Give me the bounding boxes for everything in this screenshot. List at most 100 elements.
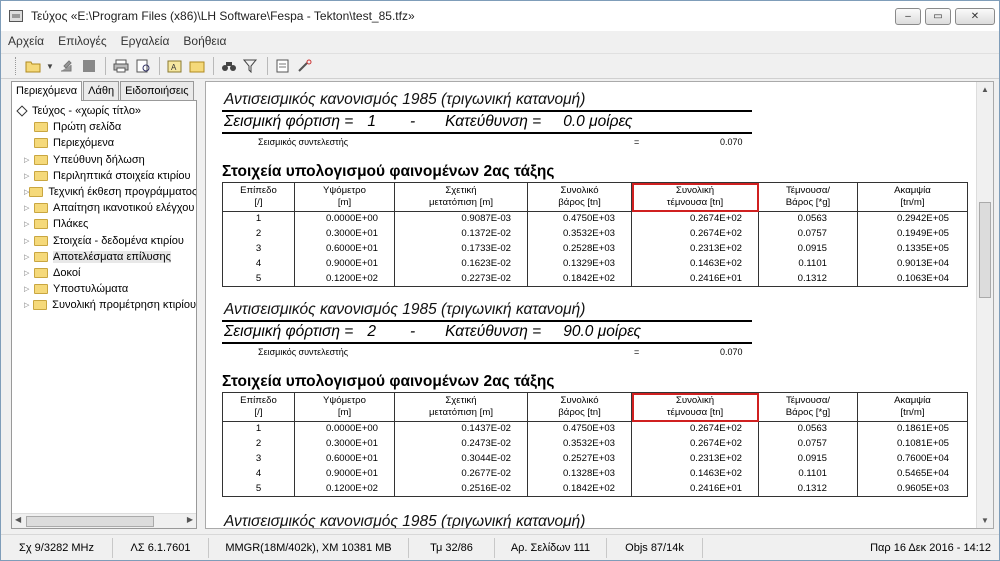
table-cell: 0.6000E+01	[294, 241, 395, 257]
filter-icon[interactable]	[242, 57, 260, 75]
column-header-line2: τέμνουσα [tn]	[666, 197, 724, 208]
maximize-button[interactable]: ▭	[925, 8, 951, 25]
toolbar-separator	[105, 57, 106, 75]
menu-files[interactable]: Αρχεία	[1, 34, 51, 48]
tree-item[interactable]: ▷ Απαίτηση ικανοτικού ελέγχου	[12, 200, 196, 216]
tab-contents[interactable]: Περιεχόμενα	[11, 81, 83, 101]
binoculars-icon[interactable]	[220, 57, 238, 75]
tree-item[interactable]: ▷ Υπεύθυνη δήλωση	[12, 152, 196, 168]
table-cell: 0.1949E+05	[857, 226, 968, 242]
toolbar-separator	[159, 57, 160, 75]
open-folder-icon[interactable]	[24, 57, 42, 75]
load-dash: -	[409, 113, 416, 130]
scroll-down-icon[interactable]: ▼	[981, 516, 989, 525]
scroll-up-icon[interactable]: ▲	[981, 85, 989, 94]
expand-arrow-icon[interactable]: ▷	[24, 269, 34, 277]
tree-item-label: Υποστυλώματα	[53, 283, 129, 296]
column-header-line2: βάρος [tn]	[558, 197, 601, 208]
document-view: Αντισεισμικός κανονισμός 1985 (τριγωνική…	[205, 81, 994, 529]
scroll-thumb[interactable]	[979, 202, 991, 298]
expand-arrow-icon[interactable]: ▷	[24, 204, 34, 212]
tree-item[interactable]: ▷ Υποστυλώματα	[12, 281, 196, 297]
section-title: Στοιχεία υπολογισμού φαινομένων 2ας τάξη…	[222, 163, 555, 180]
column-header: Συνολική τέμνουσα [tn]	[631, 392, 759, 422]
column-header-line2: [m]	[337, 197, 352, 208]
page-setup-icon[interactable]: A	[166, 57, 184, 75]
tree-item[interactable]: ▷ Τεχνική έκθεση προγράμματος	[12, 184, 196, 200]
scroll-thumb[interactable]	[26, 516, 154, 527]
toolbar-separator	[213, 57, 214, 75]
table-row: 1 0.0000E+00 0.9087E-03 0.4750E+03 0.2674E+0…	[222, 211, 968, 227]
table-cell: 0.2416E+01	[631, 271, 759, 287]
menu-tools[interactable]: Εργαλεία	[114, 34, 177, 48]
table-cell: 0.1101	[758, 256, 858, 272]
scroll-right-icon[interactable]: ▶	[187, 515, 193, 524]
table-cell: 0.1328E+03	[527, 466, 632, 482]
table-cell: 0.1200E+02	[294, 481, 395, 497]
dropdown-arrow-icon[interactable]: ▼	[46, 57, 54, 75]
expand-arrow-icon[interactable]: ▷	[24, 301, 33, 309]
menu-help[interactable]: Βοήθεια	[176, 34, 233, 48]
tools-icon[interactable]	[296, 57, 314, 75]
folder-icon	[34, 170, 48, 181]
table-cell: 3	[222, 451, 295, 467]
tree-item[interactable]: ▷ Αποτελέσματα επίλυσης	[12, 249, 196, 265]
table-cell: 0.1312	[758, 271, 858, 287]
expand-arrow-icon[interactable]: ▷	[24, 220, 34, 228]
table-cell: 0.0915	[758, 451, 858, 467]
tree-item[interactable]: ▷ Πλάκες	[12, 216, 196, 232]
expand-arrow-icon[interactable]: ▷	[24, 285, 34, 293]
column-header-line2: μετατόπιση [m]	[429, 407, 493, 418]
expand-arrow-icon[interactable]: ▷	[24, 172, 34, 180]
print-preview-icon[interactable]	[134, 57, 152, 75]
table-cell: 0.3532E+03	[527, 436, 632, 452]
tree-item[interactable]: Περιεχόμενα	[12, 135, 196, 151]
coefficient-value: 0.070	[720, 137, 743, 147]
column-header-line2: [/]	[254, 197, 263, 208]
folder-icon	[33, 300, 48, 311]
seismic-load-line: Σεισμική φόρτιση = 1 - Κατεύθυνση = 0.0 μοίρ…	[222, 112, 967, 132]
close-button[interactable]: ✕	[955, 8, 995, 25]
status-pages: Αρ. Σελίδων 111	[495, 537, 607, 558]
toolbar: ▼ A	[1, 53, 999, 79]
menu-options[interactable]: Επιλογές	[51, 34, 114, 48]
tree-root[interactable]: Τεύχος - «χωρίς τίτλο»	[12, 103, 196, 119]
tree-item[interactable]: ▷ Δοκοί	[12, 265, 196, 281]
app-window: Τεύχος «E:\Program Files (x86)\LH Softwa…	[0, 0, 1000, 561]
table-row: 2 0.3000E+01 0.2473E-02 0.3532E+03 0.2674E+0…	[222, 436, 968, 452]
load-label: Σεισμική φόρτιση =	[224, 113, 354, 130]
toolbar-grip[interactable]	[15, 57, 18, 75]
minimize-button[interactable]: –	[895, 8, 921, 25]
expand-arrow-icon[interactable]: ▷	[24, 237, 34, 245]
tree-item[interactable]: ▷ Περιληπτικά στοιχεία κτιρίου	[12, 168, 196, 184]
results-block: Αντισεισμικός κανονισμός 1985 (τριγωνική…	[222, 90, 968, 287]
folder-notes-icon[interactable]	[188, 57, 206, 75]
column-header: Υψόμετρο [m]	[294, 392, 395, 422]
folder-icon	[34, 122, 48, 133]
expand-arrow-icon[interactable]: ▷	[24, 156, 34, 164]
table-cell: 4	[222, 466, 295, 482]
stop-icon[interactable]	[80, 57, 98, 75]
table-cell: 0.1335E+05	[857, 241, 968, 257]
expand-arrow-icon[interactable]: ▷	[24, 253, 34, 261]
column-header-line2: [/]	[254, 407, 263, 418]
results-table: Επίπεδο [/] Υψόμετρο [m] Σχετική μετατόπιση […	[222, 182, 968, 287]
tab-notifications[interactable]: Ειδοποιήσεις	[120, 81, 194, 100]
norm-title: Αντισεισμικός κανονισμός 1985 (τριγωνική…	[224, 513, 586, 529]
vertical-scrollbar[interactable]: ▲ ▼	[976, 82, 993, 528]
tree-item-label: Υπεύθυνη δήλωση	[53, 153, 145, 166]
tree-item[interactable]: ▷ Συνολική προμέτρηση κτιρίου	[12, 297, 196, 313]
tree-item[interactable]: Πρώτη σελίδα	[12, 119, 196, 135]
document-icon[interactable]	[274, 57, 292, 75]
horizontal-scrollbar[interactable]: ◀ ▶	[12, 513, 196, 528]
table-row: 4 0.9000E+01 0.1623E-02 0.1329E+03 0.1463E+0…	[222, 256, 968, 272]
tab-errors[interactable]: Λάθη	[83, 81, 120, 100]
tree-item-label: Αποτελέσματα επίλυσης	[53, 250, 171, 263]
results-block-next: Αντισεισμικός κανονισμός 1985 (τριγωνική…	[222, 512, 967, 529]
export-arrow-icon[interactable]	[58, 57, 76, 75]
tree-item-label: Απαίτηση ικανοτικού ελέγχου	[53, 202, 195, 215]
column-header-line1: Υψόμετρο	[323, 395, 366, 406]
tree-item[interactable]: ▷ Στοιχεία - δεδομένα κτιρίου	[12, 233, 196, 249]
print-icon[interactable]	[112, 57, 130, 75]
scroll-left-icon[interactable]: ◀	[15, 515, 21, 524]
